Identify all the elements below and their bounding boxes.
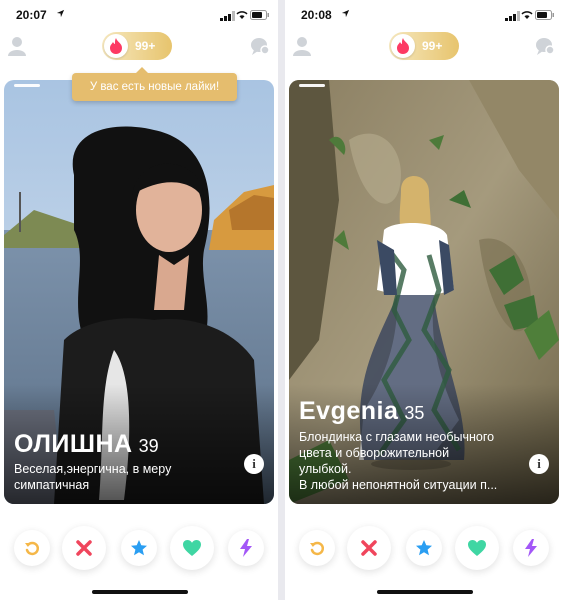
- status-time: 20:08: [301, 8, 332, 22]
- status-bar: 20:07: [0, 0, 278, 30]
- boost-button[interactable]: [513, 530, 549, 566]
- photo-progress-indicator: [14, 84, 40, 87]
- action-buttons: [285, 520, 563, 576]
- nope-x-icon: [76, 540, 92, 556]
- nope-button[interactable]: [62, 526, 106, 570]
- bio-line: Блондинка с глазами необычного: [299, 430, 495, 444]
- chat-bubbles-icon[interactable]: [250, 36, 270, 56]
- tinder-flame-icon: [104, 34, 128, 58]
- like-button[interactable]: [170, 526, 214, 570]
- rewind-button[interactable]: [299, 530, 335, 566]
- location-arrow-icon: [56, 9, 65, 18]
- super-like-star-icon: [131, 540, 147, 556]
- cellular-signal-icon: [505, 11, 520, 21]
- bio-line: улыбкой.: [299, 462, 352, 476]
- profile-icon[interactable]: [8, 36, 26, 56]
- location-arrow-icon: [341, 9, 350, 18]
- like-heart-icon: [183, 540, 201, 556]
- screen-left: 20:07 99+ ОЛИШНА 39 Веселая,энергична, в…: [0, 0, 278, 600]
- super-like-star-icon: [416, 540, 432, 556]
- tinder-flame-icon: [391, 34, 415, 58]
- nope-button[interactable]: [347, 526, 391, 570]
- name-row: Evgenia 35: [299, 397, 424, 426]
- profile-name: ОЛИШНА: [14, 430, 133, 458]
- rewind-icon: [25, 541, 40, 556]
- like-heart-icon: [468, 540, 486, 556]
- home-indicator: [92, 590, 188, 594]
- home-indicator: [377, 590, 473, 594]
- profile-icon[interactable]: [293, 36, 311, 56]
- action-buttons: [0, 520, 278, 576]
- nope-x-icon: [361, 540, 377, 556]
- wifi-icon: [521, 11, 533, 19]
- wifi-icon: [236, 11, 248, 19]
- likes-count: 99+: [422, 39, 443, 53]
- status-time: 20:07: [16, 8, 47, 22]
- boost-button[interactable]: [228, 530, 264, 566]
- like-button[interactable]: [455, 526, 499, 570]
- profile-age: 39: [138, 436, 159, 456]
- super-like-button[interactable]: [121, 530, 157, 566]
- profile-name: Evgenia: [299, 397, 399, 425]
- boost-bolt-icon: [525, 539, 537, 557]
- bio-line: В любой непонятной ситуации п...: [299, 478, 498, 492]
- profile-card[interactable]: ОЛИШНА 39 Веселая,энергична, в меру симпа…: [4, 80, 274, 504]
- info-button[interactable]: i: [529, 454, 549, 474]
- likes-pill-button[interactable]: 99+: [102, 32, 172, 60]
- chat-bubbles-icon[interactable]: [535, 36, 555, 56]
- likes-count: 99+: [135, 39, 156, 53]
- bio-line: Веселая,энергична, в меру: [14, 462, 172, 476]
- screen-right: 20:08 99+ Evgenia 35 Блондинка с глазами…: [285, 0, 563, 600]
- top-nav: 99+: [0, 30, 278, 66]
- bio-line: цвета и обворожительной: [299, 446, 450, 460]
- super-like-button[interactable]: [406, 530, 442, 566]
- info-button[interactable]: i: [244, 454, 264, 474]
- profile-card[interactable]: Evgenia 35 Блондинка с глазами необычного…: [289, 80, 559, 504]
- battery-icon: [535, 10, 554, 20]
- top-nav: 99+: [285, 30, 563, 66]
- photo-progress-indicator: [299, 84, 325, 87]
- battery-icon: [250, 10, 269, 20]
- profile-age: 35: [404, 403, 425, 423]
- boost-bolt-icon: [240, 539, 252, 557]
- profile-bio: Веселая,энергична, в меру симпатичная: [14, 461, 171, 493]
- profile-bio: Блондинка с глазами необычного цвета и о…: [299, 429, 497, 493]
- new-likes-tooltip[interactable]: У вас есть новые лайки!: [72, 67, 237, 101]
- rewind-button[interactable]: [14, 530, 50, 566]
- name-row: ОЛИШНА 39: [14, 430, 159, 459]
- bio-line: симпатичная: [14, 478, 90, 492]
- cellular-signal-icon: [220, 11, 235, 21]
- status-bar: 20:08: [285, 0, 563, 30]
- rewind-icon: [310, 541, 325, 556]
- likes-pill-button[interactable]: 99+: [389, 32, 459, 60]
